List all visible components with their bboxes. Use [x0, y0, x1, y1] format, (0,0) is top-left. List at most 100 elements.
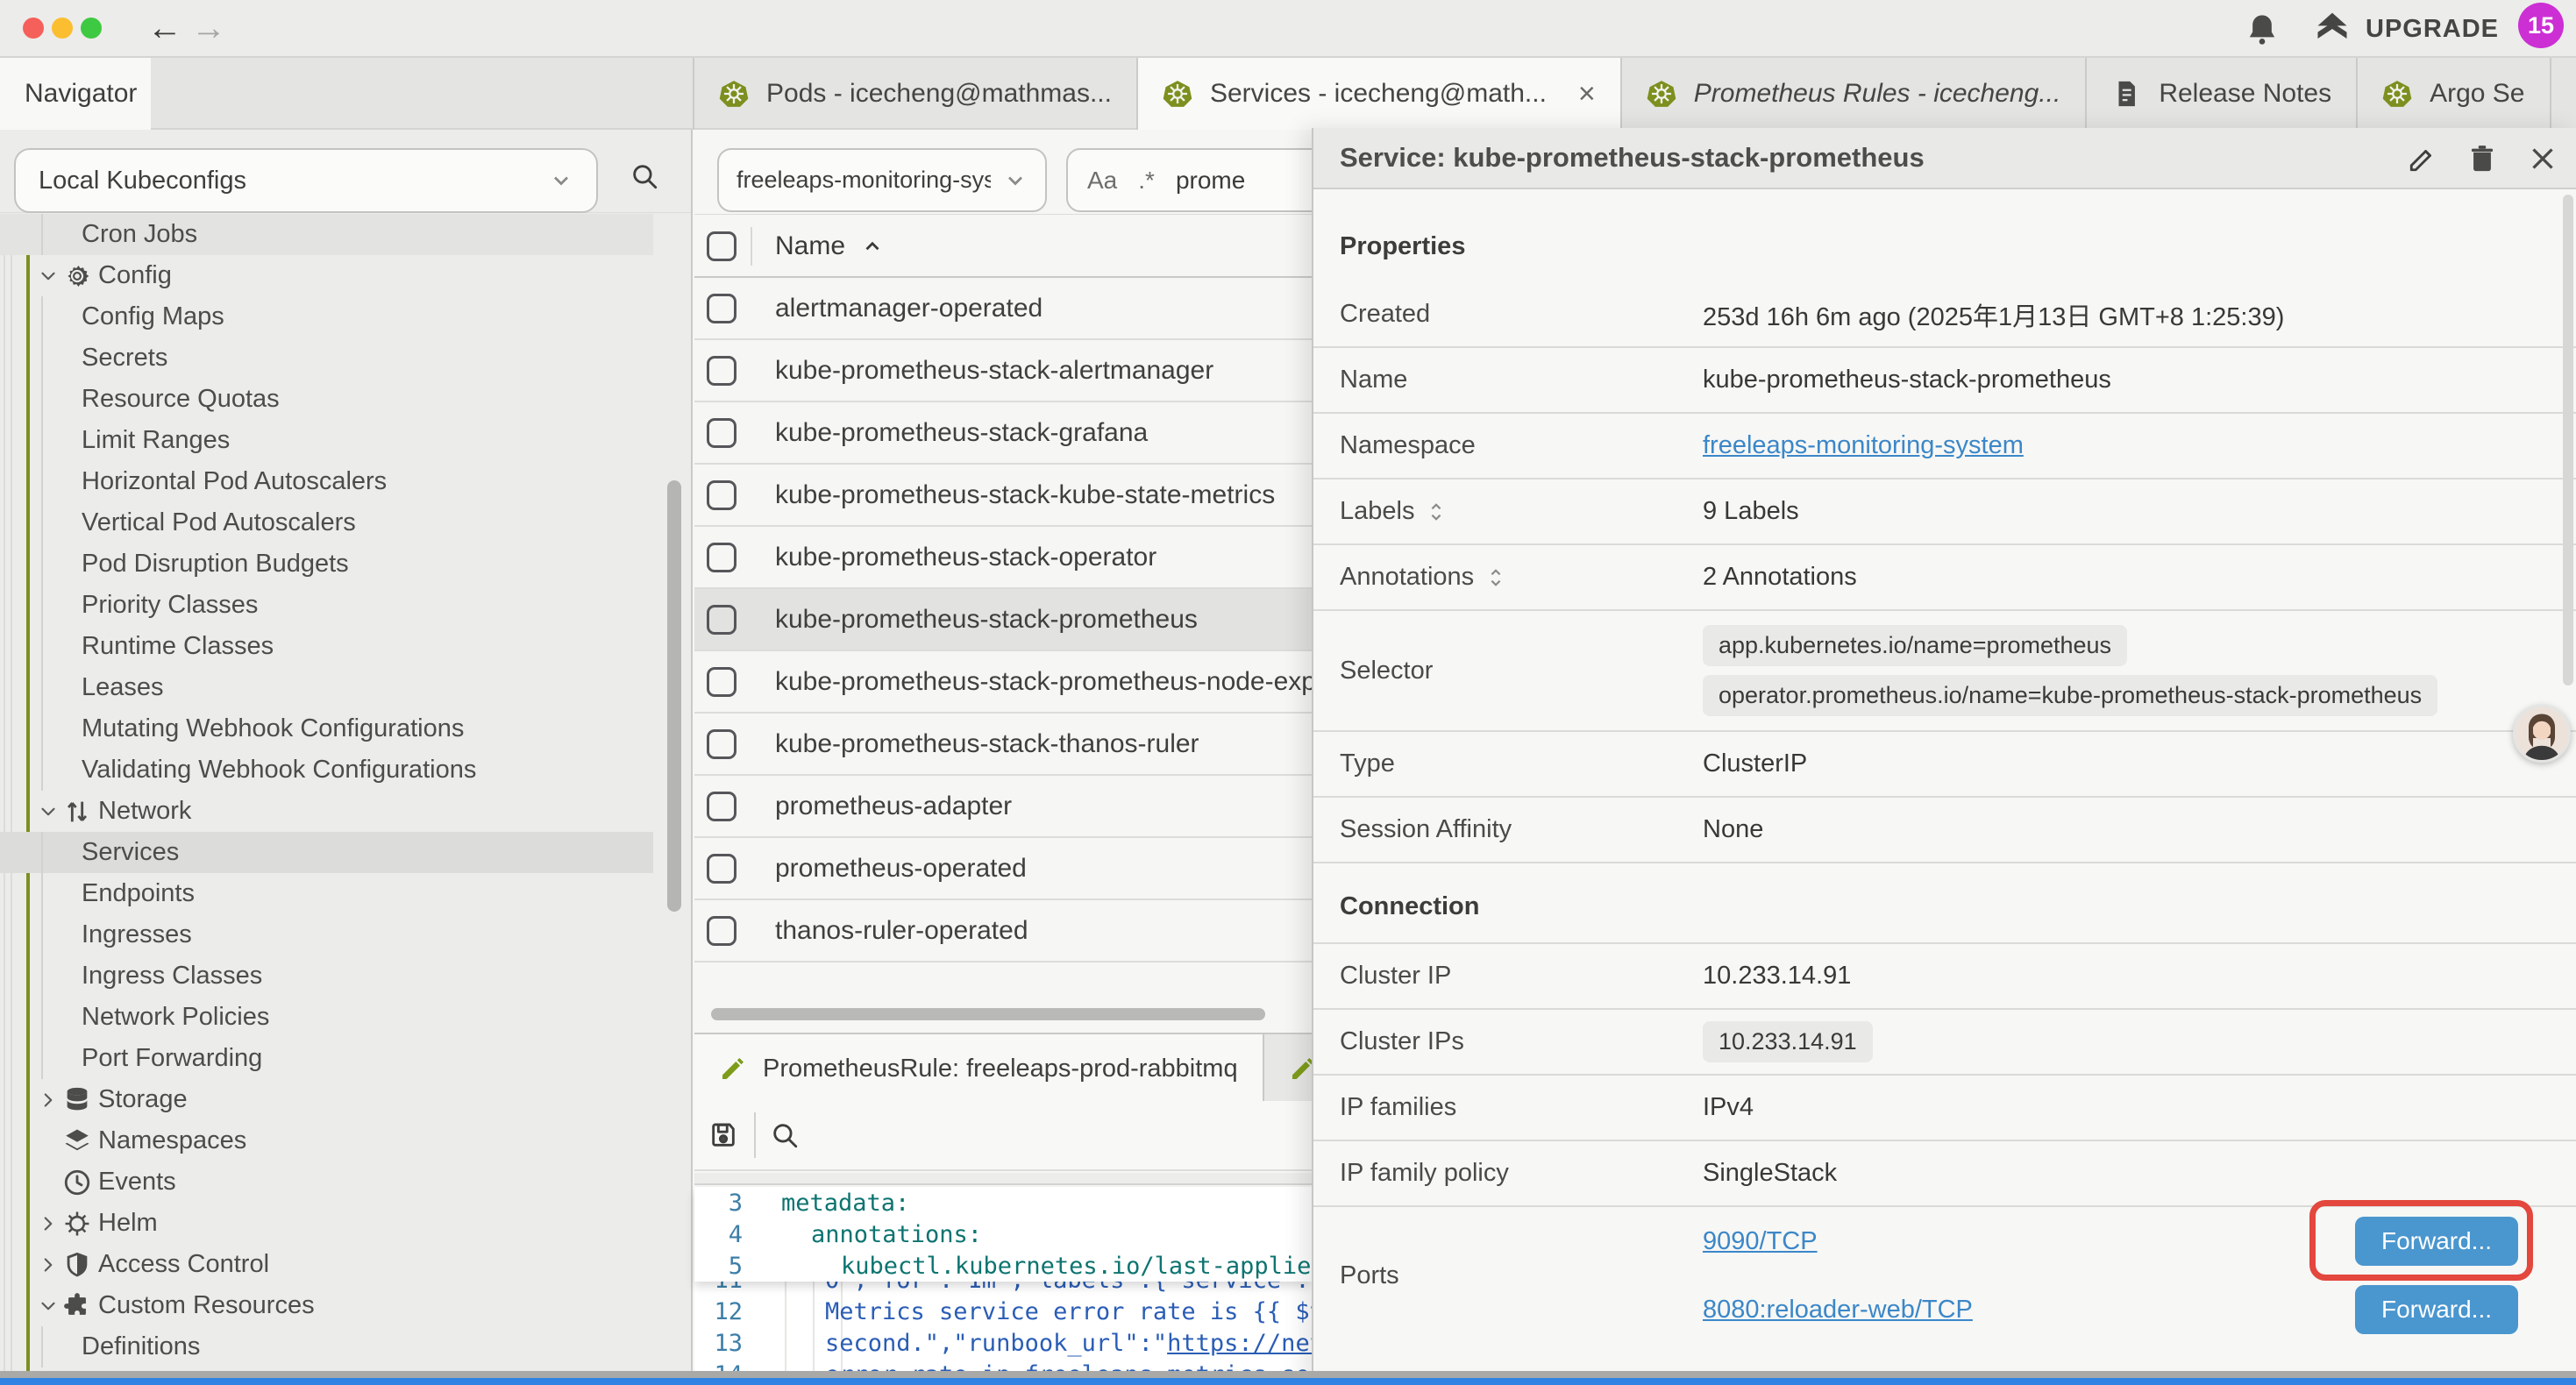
delete-trash-icon[interactable]: [2467, 143, 2497, 174]
sidebar-item-network[interactable]: Network: [0, 791, 653, 832]
sidebar-item-services[interactable]: Services: [0, 832, 653, 873]
row-checkbox[interactable]: [707, 356, 737, 386]
sidebar-item-storage[interactable]: Storage: [0, 1079, 653, 1120]
chevron-down-icon[interactable]: [37, 265, 60, 288]
chevron-down-icon: [549, 168, 573, 193]
sidebar-item-custom-resources[interactable]: Custom Resources: [0, 1285, 653, 1326]
sidebar-item-validating-webhook-configurations[interactable]: Validating Webhook Configurations: [0, 749, 653, 791]
search-icon[interactable]: [770, 1120, 800, 1150]
forward-button[interactable]: Forward...: [2355, 1217, 2518, 1266]
row-checkbox[interactable]: [707, 854, 737, 884]
sidebar-item-limit-ranges[interactable]: Limit Ranges: [0, 420, 653, 461]
sidebar-item-priority-classes[interactable]: Priority Classes: [0, 585, 653, 626]
sort-toggle-icon[interactable]: [1486, 565, 1505, 591]
detail-panel-title: Service: kube-prometheus-stack-prometheu…: [1340, 142, 1925, 174]
sidebar-item-label: Leases: [82, 673, 164, 702]
traffic-light-minimize-button[interactable]: [52, 18, 73, 39]
editor-line: 13second.","runbook_url":"https://net: [694, 1327, 1312, 1359]
tab-pods-icecheng-mathmas[interactable]: Pods - icecheng@mathmas...: [694, 58, 1138, 130]
sidebar-item-namespaces[interactable]: Namespaces: [0, 1120, 653, 1161]
close-icon[interactable]: [2527, 143, 2558, 174]
sidebar-item-definitions[interactable]: Definitions: [0, 1326, 653, 1367]
sort-toggle-icon[interactable]: [1427, 499, 1446, 525]
sidebar-item-horizontal-pod-autoscalers[interactable]: Horizontal Pod Autoscalers: [0, 461, 653, 502]
forward-button[interactable]: Forward...: [2355, 1285, 2518, 1334]
row-checkbox[interactable]: [707, 294, 737, 323]
row-checkbox[interactable]: [707, 667, 737, 697]
chevron-right-icon[interactable]: [37, 1254, 60, 1276]
upgrade-button[interactable]: UPGRADE: [2313, 9, 2499, 49]
tab-navigator[interactable]: Navigator: [0, 58, 151, 130]
traffic-light-close-button[interactable]: [23, 18, 44, 39]
name-filter-input[interactable]: Aa .* prome: [1066, 148, 1329, 212]
line-number: 12: [694, 1298, 743, 1325]
regex-icon[interactable]: .*: [1138, 167, 1155, 195]
row-checkbox[interactable]: [707, 480, 737, 510]
save-icon[interactable]: [708, 1120, 738, 1150]
tab-prometheus-rules-icecheng[interactable]: Prometheus Rules - icecheng...: [1622, 58, 2088, 130]
edit-pencil-icon[interactable]: [2408, 144, 2437, 174]
sidebar-item-endpoints[interactable]: Endpoints: [0, 873, 653, 914]
select-all-checkbox[interactable]: [707, 231, 737, 261]
tree-child-guide: [41, 749, 43, 791]
document-icon: [2111, 79, 2141, 109]
back-arrow-button[interactable]: ←: [147, 7, 182, 49]
sidebar-item-port-forwarding[interactable]: Port Forwarding: [0, 1038, 653, 1079]
tab-label: Prometheus Rules - icecheng...: [1694, 79, 2061, 109]
sidebar-item-ingress-classes[interactable]: Ingress Classes: [0, 955, 653, 997]
sidebar-item-resource-quotas[interactable]: Resource Quotas: [0, 379, 653, 420]
chevron-right-icon[interactable]: [37, 1212, 60, 1235]
user-avatar[interactable]: [2513, 705, 2571, 763]
filter-value: prome: [1176, 167, 1245, 195]
search-icon[interactable]: [630, 161, 659, 191]
sidebar-item-helm[interactable]: Helm: [0, 1203, 653, 1244]
sidebar-item-access-control[interactable]: Access Control: [0, 1244, 653, 1285]
sidebar-item-runtime-classes[interactable]: Runtime Classes: [0, 626, 653, 667]
detail-row-label: Type: [1340, 749, 1395, 778]
row-checkbox[interactable]: [707, 605, 737, 635]
sidebar-item-config-maps[interactable]: Config Maps: [0, 296, 653, 337]
name-column-header[interactable]: Name: [775, 231, 884, 261]
tab-release-notes[interactable]: Release Notes: [2087, 58, 2358, 130]
tab-argo-se[interactable]: Argo Se: [2358, 58, 2551, 130]
tab-close-icon[interactable]: ×: [1578, 79, 1596, 109]
notification-count-badge[interactable]: 15: [2518, 3, 2564, 48]
row-checkbox[interactable]: [707, 543, 737, 572]
sidebar-item-events[interactable]: Events: [0, 1161, 653, 1203]
sidebar-item-vertical-pod-autoscalers[interactable]: Vertical Pod Autoscalers: [0, 502, 653, 543]
row-checkbox[interactable]: [707, 916, 737, 946]
port-link[interactable]: 9090/TCP: [1703, 1227, 1818, 1256]
tab-services-icecheng-math[interactable]: Services - icecheng@math...×: [1138, 58, 1622, 130]
namespace-link[interactable]: freeleaps-monitoring-system: [1703, 431, 2024, 460]
match-case-icon[interactable]: Aa: [1087, 167, 1117, 195]
editor-tab-prometheusrule[interactable]: PrometheusRule: freeleaps-prod-rabbitmq: [694, 1034, 1264, 1103]
forward-arrow-button[interactable]: →: [191, 7, 226, 49]
sidebar-item-config[interactable]: Config: [0, 255, 653, 296]
table-horizontal-scrollbar[interactable]: [711, 1008, 1265, 1020]
port-link[interactable]: 8080:reloader-web/TCP: [1703, 1296, 1973, 1325]
editor-tab-partial[interactable]: [1264, 1034, 1313, 1103]
detail-row-annotations: Annotations2 Annotations: [1313, 545, 2576, 611]
chevron-right-icon[interactable]: [37, 1089, 60, 1112]
sidebar-item-cron-jobs[interactable]: Cron Jobs: [0, 214, 653, 255]
sidebar-item-mutating-webhook-configurations[interactable]: Mutating Webhook Configurations: [0, 708, 653, 749]
tree-child-guide: [41, 873, 43, 914]
database-icon: [61, 1085, 93, 1115]
sidebar-item-leases[interactable]: Leases: [0, 667, 653, 708]
sidebar-item-pod-disruption-budgets[interactable]: Pod Disruption Budgets: [0, 543, 653, 585]
chevron-down-icon[interactable]: [37, 1295, 60, 1318]
chevron-down-icon[interactable]: [37, 800, 60, 823]
row-checkbox[interactable]: [707, 729, 737, 759]
namespace-select[interactable]: freeleaps-monitoring-system: [717, 148, 1047, 212]
notifications-bell-icon[interactable]: [2245, 11, 2280, 49]
kubeconfig-select[interactable]: Local Kubeconfigs: [14, 148, 598, 213]
traffic-light-zoom-button[interactable]: [81, 18, 102, 39]
sidebar-item-network-policies[interactable]: Network Policies: [0, 997, 653, 1038]
row-checkbox[interactable]: [707, 418, 737, 448]
sidebar-item-ingresses[interactable]: Ingresses: [0, 914, 653, 955]
sidebar-item-secrets[interactable]: Secrets: [0, 337, 653, 379]
detail-panel-scrollbar[interactable]: [2563, 195, 2573, 685]
sidebar-scrollbar[interactable]: [667, 480, 681, 912]
service-name: kube-prometheus-stack-grafana: [775, 418, 1148, 448]
row-checkbox[interactable]: [707, 792, 737, 821]
